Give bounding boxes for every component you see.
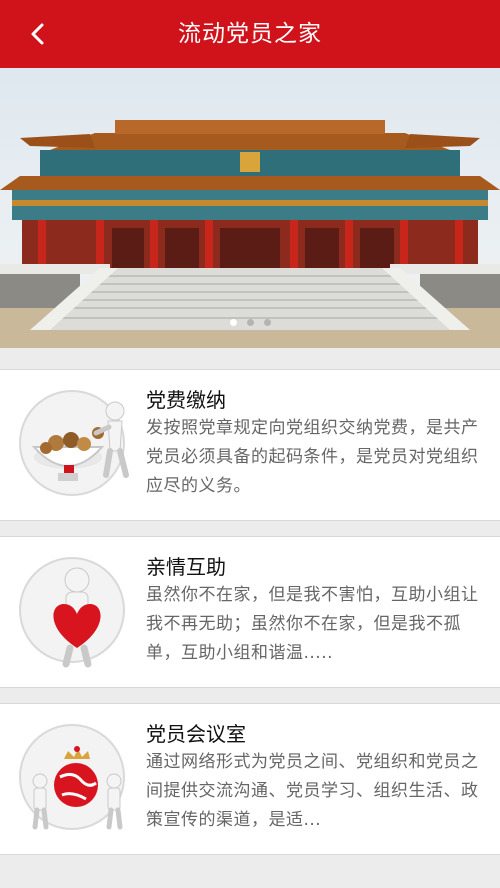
carousel-dot[interactable]: [263, 319, 271, 326]
top-bar: 流动党员之家: [0, 0, 500, 68]
heart-figure-icon: [19, 557, 125, 668]
card-mutual-aid[interactable]: 亲情互助 虽然你不在家，但是我不害怕，互助小组让我不再无助；虽然你不在家，但是我…: [0, 536, 500, 688]
banner-carousel[interactable]: [0, 68, 500, 348]
card-party-dues[interactable]: 党费缴纳 发按照党章规定向党组织交纳党费，是共产党员必须具备的起码条件，是党员对…: [0, 369, 500, 521]
page-title: 流动党员之家: [178, 21, 322, 47]
card-description: 通过网络形式为党员之间、党组织和党员之间提供交流沟通、党员学习、组织生活、政策宣…: [146, 752, 479, 830]
card-description: 发按照党章规定向党组织交纳党费，是共产党员必须具备的起码条件，是党员对党组织应尽…: [146, 418, 479, 496]
card-title: 党费缴纳: [146, 388, 226, 412]
carousel-dot[interactable]: [229, 319, 237, 326]
donation-bowl-icon: [19, 390, 129, 496]
card-description: 虽然你不在家，但是我不害怕，互助小组让我不再无助；虽然你不在家，但是我不孤单，互…: [146, 585, 479, 663]
carousel-dots: [0, 319, 500, 326]
card-title: 党员会议室: [146, 722, 246, 746]
card-title: 亲情互助: [146, 555, 226, 579]
globe-meeting-icon: [19, 724, 125, 830]
carousel-dot[interactable]: [246, 319, 254, 326]
temple-hall-image: [0, 68, 500, 348]
card-meeting-room[interactable]: 党员会议室 通过网络形式为党员之间、党组织和党员之间提供交流沟通、党员学习、组织…: [0, 703, 500, 855]
